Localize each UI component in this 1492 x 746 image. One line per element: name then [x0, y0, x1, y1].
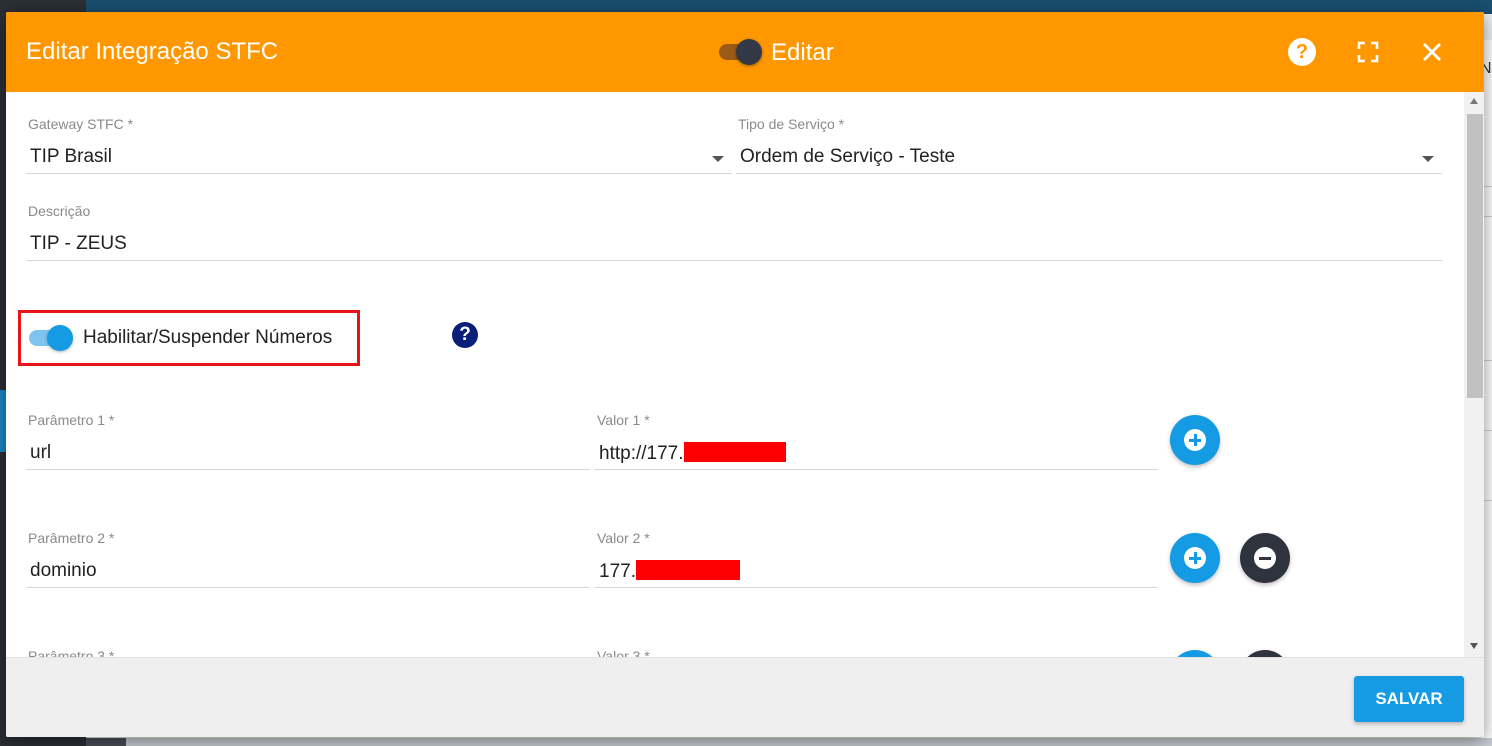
service-type-value: Ordem de Serviço - Teste [740, 146, 956, 167]
parameter-1-value: url [30, 442, 52, 463]
app-bottom-dark-segment [86, 738, 126, 746]
chevron-down-icon [712, 156, 724, 162]
scrollbar-thumb[interactable] [1467, 114, 1483, 398]
value-2-text: 177. [599, 560, 740, 583]
plus-icon [1184, 547, 1206, 569]
close-button[interactable] [1418, 38, 1446, 66]
service-type-label: Tipo de Serviço * [738, 116, 845, 132]
dialog-footer: SALVAR [6, 657, 1484, 737]
edit-toggle-thumb [736, 39, 762, 65]
gateway-value: TIP Brasil [30, 146, 113, 167]
question-mark-icon[interactable]: ? [452, 322, 478, 348]
dialog-title: Editar Integração STFC [26, 38, 279, 65]
edit-integration-dialog: Editar Integração STFC Editar ? Gateway … [6, 12, 1484, 737]
dialog-body: Gateway STFC * TIP Brasil Tipo de Serviç… [6, 92, 1484, 657]
parameter-2-input[interactable]: Parâmetro 2 * dominio [26, 530, 590, 588]
redaction-block [683, 442, 786, 462]
gateway-label: Gateway STFC * [28, 116, 134, 132]
dialog-header: Editar Integração STFC Editar ? [6, 12, 1484, 92]
minus-icon [1254, 547, 1276, 569]
fullscreen-button[interactable] [1354, 38, 1382, 66]
value-3-label: Valor 3 * [597, 648, 650, 657]
fullscreen-icon [1357, 41, 1379, 63]
parameter-1-label: Parâmetro 1 * [28, 412, 115, 428]
redaction-block [635, 560, 740, 580]
edit-mode-toggle[interactable] [717, 39, 763, 65]
scroll-up-arrow-icon[interactable] [1470, 98, 1478, 104]
service-type-select[interactable]: Tipo de Serviço * Ordem de Serviço - Tes… [736, 116, 1442, 174]
description-value: TIP - ZEUS [30, 233, 127, 254]
app-bottom-background [86, 738, 1492, 746]
value-2-label: Valor 2 * [597, 530, 650, 546]
remove-parameter-button[interactable] [1240, 650, 1290, 657]
habilitar-toggle-thumb [47, 325, 73, 351]
help-circle-icon: ? [1288, 38, 1316, 66]
value-3-input[interactable]: Valor 3 * [595, 648, 1158, 657]
habilitar-label: Habilitar/Suspender Números [83, 327, 333, 348]
help-button[interactable]: ? [1288, 38, 1316, 66]
parameter-3-label: Parâmetro 3 * [28, 648, 115, 657]
scroll-down-arrow-icon[interactable] [1470, 643, 1478, 649]
value-1-input[interactable]: Valor 1 * http://177. [595, 412, 1158, 470]
value-1-label: Valor 1 * [597, 412, 650, 428]
description-input[interactable]: Descrição TIP - ZEUS [26, 203, 1442, 261]
parameter-2-value: dominio [30, 560, 97, 581]
add-parameter-button[interactable] [1170, 650, 1220, 657]
close-icon [1423, 43, 1441, 61]
add-parameter-button[interactable] [1170, 415, 1220, 465]
body-scrollbar[interactable] [1464, 92, 1484, 657]
habilitar-toggle[interactable] [29, 324, 75, 352]
plus-icon [1184, 429, 1206, 451]
parameter-3-input[interactable]: Parâmetro 3 * [26, 648, 590, 657]
value-1-text: http://177. [599, 442, 786, 465]
gateway-select[interactable]: Gateway STFC * TIP Brasil [26, 116, 732, 174]
chevron-down-icon [1422, 156, 1434, 162]
value-2-input[interactable]: Valor 2 * 177. [595, 530, 1158, 588]
edit-mode-label: Editar [771, 39, 834, 66]
add-parameter-button[interactable] [1170, 533, 1220, 583]
parameter-1-input[interactable]: Parâmetro 1 * url [26, 412, 590, 470]
parameter-2-label: Parâmetro 2 * [28, 530, 115, 546]
description-label: Descrição [28, 203, 91, 219]
save-button[interactable]: SALVAR [1354, 676, 1464, 722]
remove-parameter-button[interactable] [1240, 533, 1290, 583]
value-2-visible-text: 177. [599, 561, 636, 582]
value-1-visible-text: http://177. [599, 443, 684, 464]
habilitar-highlight-box: Habilitar/Suspender Números [18, 310, 360, 366]
